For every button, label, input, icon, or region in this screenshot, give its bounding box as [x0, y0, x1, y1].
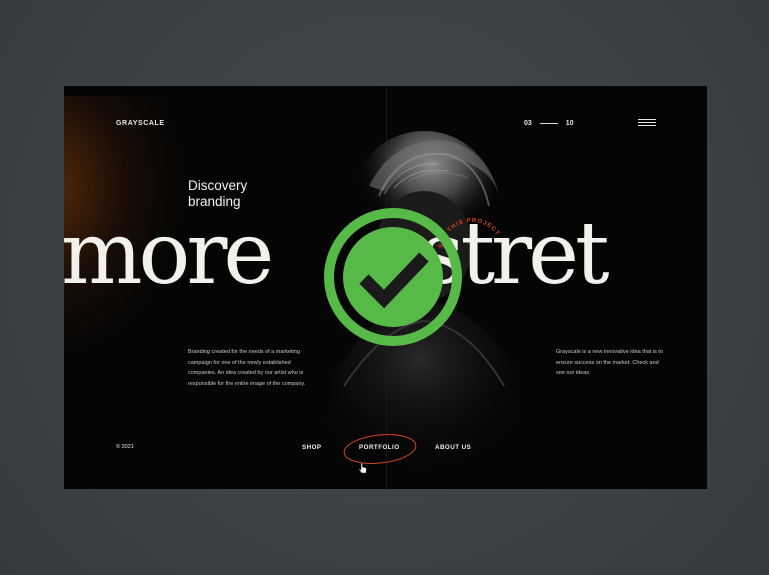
brand-logo[interactable]: GRAYSCALE [116, 120, 165, 127]
green-checkmark-badge-icon [324, 208, 462, 346]
copyright: © 2021 [116, 444, 134, 450]
slide-counter: 03 10 [524, 120, 574, 127]
description-right: Grayscale is a new innovative idea that … [556, 349, 664, 376]
counter-total: 10 [565, 120, 574, 127]
counter-current: 03 [524, 120, 532, 127]
headline-left: more [64, 204, 274, 304]
portfolio-highlight-ring [343, 434, 417, 464]
description-left: Branding created for the needs of a mark… [188, 349, 306, 387]
tagline-line-1: Discovery [188, 178, 248, 193]
nav-shop[interactable]: SHOP [302, 444, 322, 451]
pointer-cursor-icon [358, 462, 367, 474]
counter-line [539, 123, 558, 124]
hamburger-menu-icon[interactable] [638, 119, 656, 128]
nav-about-us[interactable]: ABOUT US [435, 444, 471, 451]
